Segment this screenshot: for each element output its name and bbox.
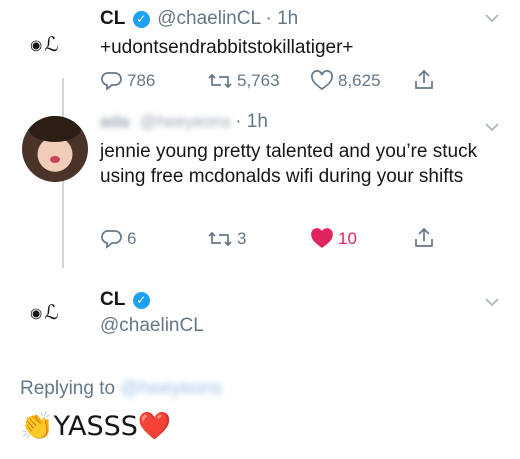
- reply-button[interactable]: 6: [101, 228, 136, 250]
- user-handle[interactable]: @heeyeons: [140, 112, 231, 131]
- replying-to-handle[interactable]: @heeyeons: [120, 378, 222, 399]
- verified-badge-icon: ✓: [132, 292, 150, 309]
- verified-badge-icon: ✓: [132, 11, 150, 28]
- user-handle[interactable]: @chaelinCL: [100, 315, 204, 337]
- tweet-header: ada @heeyeons · 1h: [100, 111, 268, 133]
- tweet-text: 👏YASSS❤️: [20, 411, 172, 442]
- reply-button[interactable]: 786: [101, 70, 155, 92]
- chevron-down-icon[interactable]: [484, 296, 500, 308]
- timestamp[interactable]: · 1h: [235, 111, 268, 132]
- replying-to-label: Replying to: [20, 378, 116, 399]
- reply-icon: [101, 230, 122, 249]
- reply-icon: [101, 72, 122, 91]
- heart-filled-icon: [311, 228, 333, 248]
- retweet-count: 3: [237, 229, 247, 248]
- retweet-icon: [208, 73, 232, 89]
- display-name[interactable]: CL: [100, 289, 125, 310]
- replying-to: Replying to @heeyeons: [20, 378, 222, 400]
- timestamp[interactable]: · 1h: [265, 8, 298, 29]
- like-button[interactable]: 10: [310, 228, 357, 250]
- chevron-down-icon[interactable]: [484, 12, 500, 24]
- like-count: 10: [338, 229, 357, 248]
- reply-count: 786: [127, 71, 156, 90]
- user-handle[interactable]: @chaelinCL: [157, 8, 261, 29]
- cl-logo-avatar[interactable]: ◉CLℒ: [30, 32, 61, 56]
- retweet-icon: [208, 231, 232, 247]
- display-name[interactable]: CL: [100, 8, 125, 29]
- reply-count: 6: [127, 229, 137, 248]
- retweet-count: 5,763: [237, 71, 280, 90]
- share-icon: [415, 69, 433, 89]
- tweet-text: jennie young pretty talented and you’re …: [100, 141, 478, 187]
- cl-logo-avatar[interactable]: ◉CLℒ: [30, 300, 61, 324]
- tweet-header: CL ✓ @chaelinCL · 1h: [100, 8, 298, 30]
- author-block: CL ✓ @chaelinCL: [100, 289, 204, 337]
- like-count: 8,625: [338, 71, 381, 90]
- share-button[interactable]: [412, 226, 440, 250]
- heart-icon: [311, 70, 333, 91]
- share-button[interactable]: [412, 68, 440, 92]
- retweet-button[interactable]: 3: [207, 228, 246, 250]
- share-icon: [415, 227, 433, 247]
- chevron-down-icon[interactable]: [484, 121, 500, 133]
- retweet-button[interactable]: 5,763: [207, 70, 280, 92]
- tweet-text: +udontsendrabbitstokillatiger+: [100, 37, 354, 58]
- display-name[interactable]: ada: [100, 112, 129, 131]
- like-button[interactable]: 8,625: [310, 70, 381, 92]
- avatar[interactable]: [22, 116, 88, 182]
